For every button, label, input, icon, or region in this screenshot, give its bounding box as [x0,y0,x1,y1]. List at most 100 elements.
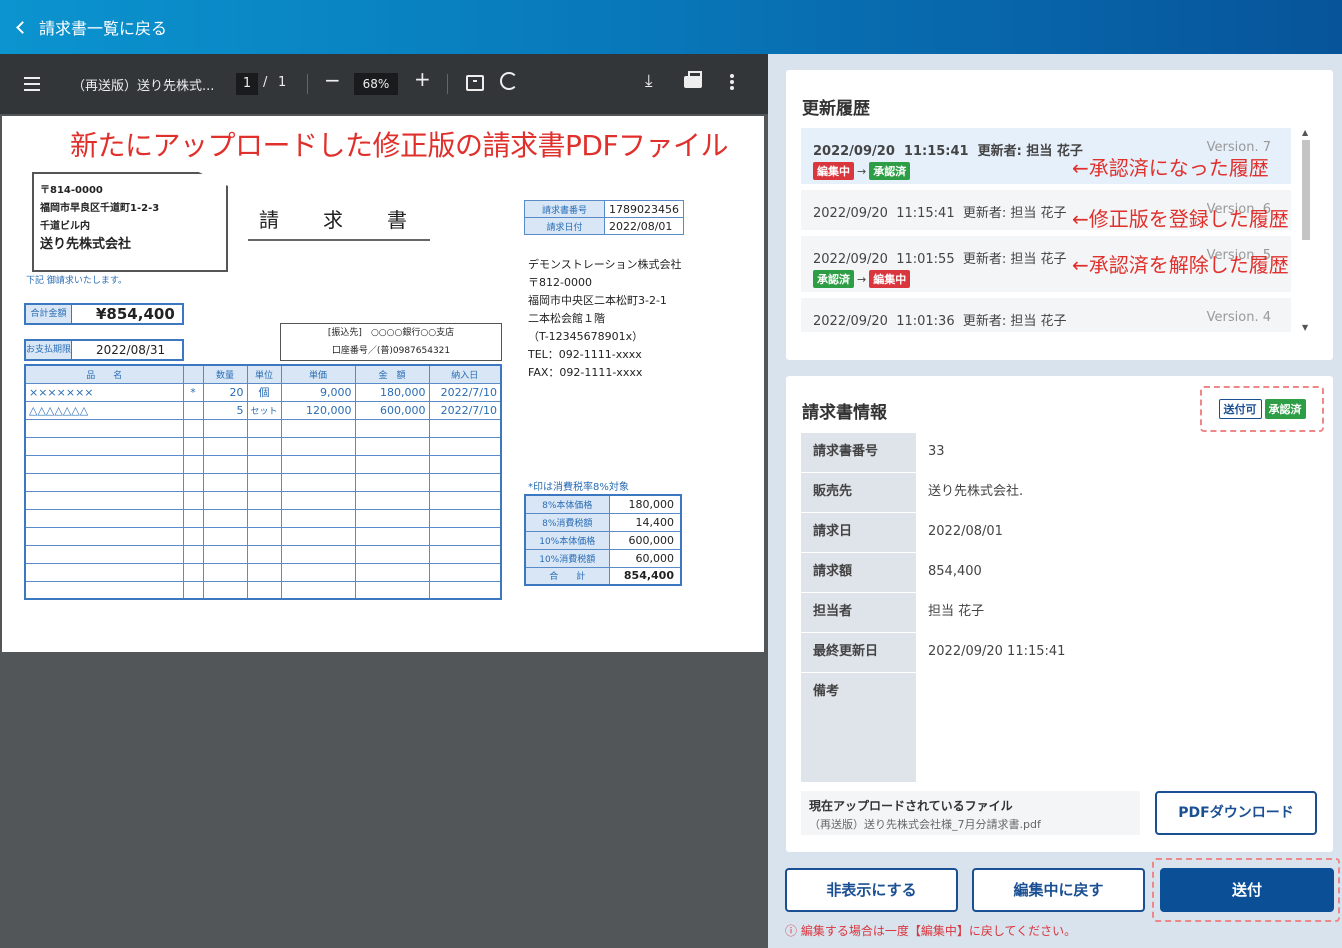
sender-line: FAX：092-1111-xxxx [528,366,643,379]
total-label: 合計金額 [26,305,72,323]
info-table: 請求書番号 33 販売先 送り先株式会社. 請求日 2022/08/01 請求額 854… [801,433,1317,783]
hide-button[interactable]: 非表示にする [785,868,958,912]
pdf-download-button[interactable]: PDFダウンロード [1155,791,1317,835]
menu-icon[interactable] [24,77,40,95]
table-cell: セット [246,400,282,420]
history-item[interactable]: 2022/09/20 11:01:36 更新者: 担当 花子 Version. … [801,298,1291,332]
annotation-note: 新たにアップロードした修正版の請求書PDFファイル [70,129,729,162]
meta-label: 請求日付 [524,217,605,235]
table-row-empty [24,544,502,564]
table-cell: 180,000 [354,382,430,402]
zoom-in-button[interactable]: + [414,67,431,91]
history-date: 2022/09/20 [813,314,888,329]
due-label: お支払期限 [26,341,72,359]
history-date: 2022/09/20 [813,252,888,267]
send-button[interactable]: 送付 [1160,868,1334,912]
sender-line: （T-12345678901x） [528,330,644,343]
scroll-thumb[interactable] [1302,140,1310,240]
total-value: ¥854,400 [96,305,175,323]
invoice-meta-table: 請求書番号 1789023456 請求日付 2022/08/01 [524,200,684,235]
fit-page-icon[interactable] [466,75,484,91]
page-total: 1 [278,75,287,90]
bank-info: [振込先] ○○○○銀行○○支店 口座番号／(普)0987654321 [280,323,502,361]
sender-line: デモンストレーション株式会社 [528,258,682,271]
info-row: 備考 [801,673,1317,783]
history-time: 11:01:55 [896,252,955,267]
top-bar: 請求書一覧に戻る [0,0,1342,54]
column-header: 金 額 [354,364,430,384]
meta-value: 1789023456 [604,200,684,218]
toolbar-divider [307,74,308,94]
file-label: 現在アップロードされているファイル [809,799,1013,813]
history-time: 11:15:41 [903,144,969,159]
scroll-up-icon[interactable]: ▲ [1302,128,1308,137]
annotation-unapproved: ←承認済を解除した履歴 [1072,253,1289,277]
toolbar-divider [447,74,448,94]
total-amount-box: 合計金額 ¥854,400 [24,303,184,325]
current-file-box: 現在アップロードされているファイル （再送版）送り先株式会社様_7月分請求書.p… [801,791,1140,835]
status-badge: 編集中 [869,270,911,288]
info-label: 販売先 [801,473,916,512]
info-label: 担当者 [801,593,916,632]
invoice-info-card: 請求書情報 請求書番号 33 販売先 送り先株式会社. 請求日 2022/08/01 … [786,376,1333,852]
download-icon[interactable]: ⤓ [645,71,653,91]
table-row-empty [24,508,502,528]
info-value: 854,400 [928,564,982,579]
rotate-icon[interactable] [500,72,518,90]
sender-info: デモンストレーション株式会社 〒812-0000 福岡市中央区二本松町3-2-1… [528,256,682,382]
intro-text: 下記 御請求いたします。 [26,276,127,286]
back-label: 請求書一覧に戻る [39,19,168,38]
history-user: 更新者: 担当 花子 [962,206,1067,221]
arrow-icon: → [857,165,867,178]
page-number-input[interactable]: 1 [236,73,258,95]
summary-value: 14,400 [608,512,682,532]
info-value [916,673,1317,782]
document-title: （再送版）送り先株式... [72,79,215,94]
zoom-out-button[interactable]: − [324,68,341,92]
summary-total: 854,400 [608,566,682,586]
table-row-empty [24,490,502,510]
summary-label: 10%本体価格 [524,530,610,550]
print-icon[interactable] [684,71,702,88]
info-value: 2022/09/20 11:15:41 [928,644,1066,659]
table-row-empty [24,580,502,600]
column-header: 数量 [202,364,248,384]
column-header: 単価 [280,364,356,384]
page-separator: / [263,75,268,90]
sender-line: 二本松会館１階 [528,312,605,325]
table-row-empty [24,562,502,582]
info-row: 請求書番号 33 [801,433,1317,473]
info-label: 請求日 [801,513,916,552]
info-title: 請求書情報 [802,403,887,423]
due-date-box: お支払期限 2022/08/31 [24,339,184,361]
summary-label: 8%本体価格 [524,494,610,514]
history-user: 更新者: 担当 花子 [962,314,1067,329]
info-label: 最終更新日 [801,633,916,672]
zoom-level-input[interactable]: 68% [354,73,398,95]
pdf-viewer: （再送版）送り先株式... 1 / 1 − 68% + ⤓ 新たにアップロードし… [0,54,768,948]
history-scrollbar[interactable]: ▲ ▼ [1299,128,1313,332]
bank-line: 口座番号／(普)0987654321 [331,346,451,356]
revert-to-editing-button[interactable]: 編集中に戻す [972,868,1145,912]
info-value: 担当 花子 [928,604,985,619]
address-line: 千道ビル内 [40,221,90,232]
invoice-title: 請 求 書 [248,204,430,241]
table-cell: * [182,382,204,402]
table-cell: 20 [202,382,248,402]
file-name: （再送版）送り先株式会社様_7月分請求書.pdf [809,818,1041,831]
approved-badge: 承認済 [1264,399,1306,419]
scroll-down-icon[interactable]: ▼ [1302,323,1308,332]
summary-label: 8%消費税額 [524,512,610,532]
edit-warning: ⓘ 編集する場合は一度【編集中】に戻してください。 [785,924,1077,938]
sender-line: 〒812-0000 [528,276,592,289]
table-cell: 2022/7/10 [428,400,502,420]
pdf-page: 新たにアップロードした修正版の請求書PDFファイル 〒814-0000 福岡市早… [2,116,764,652]
summary-value: 60,000 [608,548,682,568]
back-to-list-button[interactable]: 請求書一覧に戻る [16,15,168,39]
recipient-company: 送り先株式会社 [40,237,132,252]
sendable-badge: 送付可 [1218,399,1262,419]
table-cell: △△△△△△△ [24,400,184,420]
more-options-icon[interactable] [730,74,734,92]
table-cell: 600,000 [354,400,430,420]
address-line: 福岡市早良区千道町1-2-3 [40,203,160,214]
